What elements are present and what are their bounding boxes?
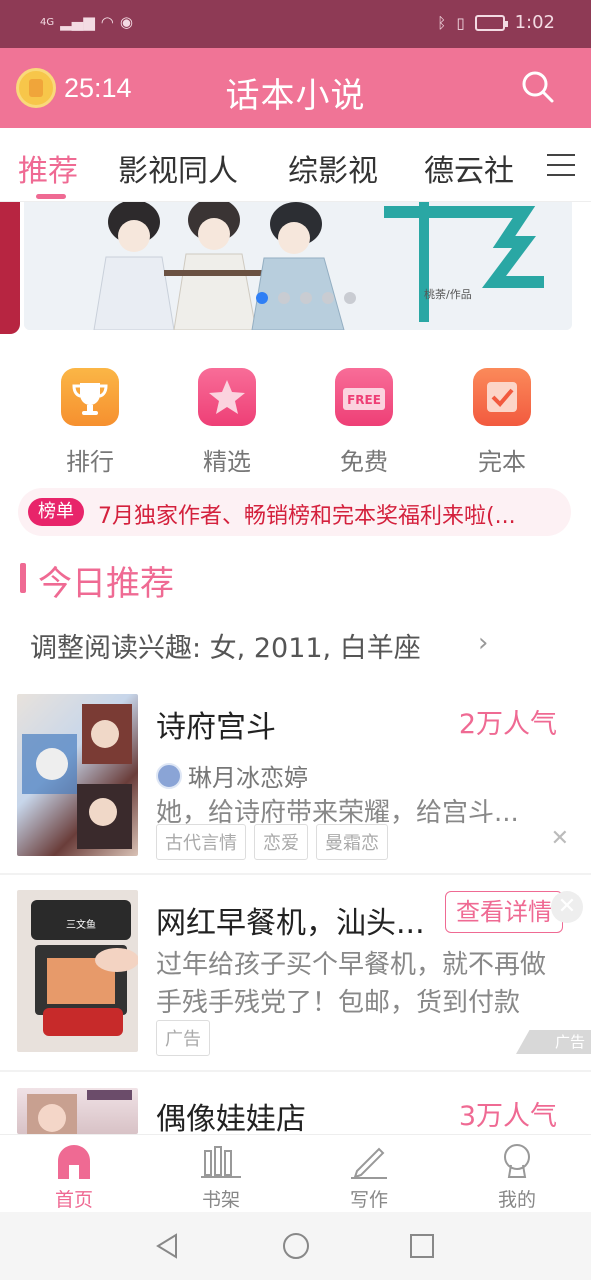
section-title: 今日推荐 xyxy=(38,564,174,604)
back-icon[interactable] xyxy=(154,1232,182,1260)
banner-illustration: 桃荼/作品 xyxy=(24,202,572,330)
vibrate-icon: ▯ xyxy=(456,13,465,32)
book-tag[interactable]: 曼霜恋 xyxy=(316,824,388,860)
signal-label: 4G xyxy=(40,16,55,28)
bookshelf-icon xyxy=(201,1143,241,1179)
nav-label: 我的 xyxy=(497,1189,536,1211)
quick-entry-label: 完本 xyxy=(478,448,526,476)
book-popularity: 2万人气 xyxy=(458,709,557,740)
search-icon[interactable] xyxy=(521,70,555,104)
carousel-dot[interactable] xyxy=(278,292,290,304)
carousel-dot[interactable] xyxy=(344,292,356,304)
free-icon: FREE xyxy=(335,368,393,426)
wifi-icon: ◠ xyxy=(100,13,114,31)
tab-active-indicator xyxy=(36,194,66,199)
ad-tag: 广告 xyxy=(156,1020,210,1056)
app-title: 话本小说 xyxy=(225,76,366,116)
ad-title[interactable]: 网红早餐机，汕头... xyxy=(156,898,425,942)
system-navigation-bar xyxy=(0,1212,591,1280)
ad-description-line: 过年给孩子买个早餐机，就不再做 xyxy=(156,950,547,980)
book-tag[interactable]: 古代言情 xyxy=(156,824,246,860)
battery-icon xyxy=(474,14,508,31)
quick-entry-ranking[interactable]: 排行 xyxy=(60,368,120,476)
nav-write[interactable]: 写作 xyxy=(329,1143,409,1212)
nav-home[interactable]: 首页 xyxy=(34,1143,114,1212)
notice-text: 7月独家作者、畅销榜和完本奖福利来啦(... xyxy=(98,504,516,529)
star-icon xyxy=(198,368,256,426)
quick-entry-completed[interactable]: 完本 xyxy=(472,368,532,476)
section-marker xyxy=(20,563,26,593)
book-title[interactable]: 诗府宫斗 xyxy=(156,702,276,746)
status-left: 4G ▂▄▆ ◠ ◉ xyxy=(40,13,133,31)
carousel-dot[interactable] xyxy=(322,292,334,304)
tab-recommend[interactable]: 推荐 xyxy=(18,146,78,190)
bottom-navigation: 首页 书架 写作 我的 xyxy=(0,1134,591,1212)
ad-tags: 广告 xyxy=(156,1020,210,1056)
ad-mark: 广告 xyxy=(516,1030,591,1054)
tab-deyunshe[interactable]: 德云社 xyxy=(424,146,514,190)
tab-film-fanfic[interactable]: 影视同人 xyxy=(118,146,238,190)
recents-icon[interactable] xyxy=(408,1232,436,1260)
divider xyxy=(0,1070,591,1072)
carousel-indicator xyxy=(256,292,356,304)
nav-label: 写作 xyxy=(349,1189,388,1211)
check-icon xyxy=(473,368,531,426)
menu-icon[interactable] xyxy=(547,154,575,178)
bluetooth-icon: ᛒ xyxy=(437,13,447,32)
pen-icon xyxy=(349,1143,389,1179)
nav-label: 首页 xyxy=(54,1189,93,1211)
avatar xyxy=(156,762,182,789)
free-badge-text: FREE xyxy=(347,393,381,407)
ranking-notice[interactable]: 榜单 7月独家作者、畅销榜和完本奖福利来啦(... xyxy=(18,488,571,536)
profile-icon xyxy=(497,1143,537,1179)
quick-entry-label: 精选 xyxy=(203,448,251,476)
quick-entry-featured[interactable]: 精选 xyxy=(197,368,257,476)
trophy-icon xyxy=(61,368,119,426)
status-right: ᛒ ▯ 1:02 xyxy=(437,12,555,33)
book-popularity: 3万人气 xyxy=(458,1101,557,1132)
nav-profile[interactable]: 我的 xyxy=(477,1143,557,1212)
reading-preference-link[interactable]: 调整阅读兴趣: 女, 2011, 白羊座 xyxy=(30,626,421,665)
ad-cover-text: 三文鱼 xyxy=(66,918,96,931)
book-cover[interactable] xyxy=(17,1088,138,1134)
book-title[interactable]: 偶像娃娃店 xyxy=(156,1094,306,1134)
nav-bookshelf[interactable]: 书架 xyxy=(181,1143,261,1212)
signal-icon: ▂▄▆ xyxy=(60,13,95,31)
status-time: 1:02 xyxy=(514,12,555,33)
app-header: 25:14 话本小说 xyxy=(0,48,591,128)
book-cover[interactable] xyxy=(17,694,138,856)
banner-prev-edge[interactable] xyxy=(0,202,20,334)
ad-description-line: 手残手残党了！包邮，货到付款 xyxy=(156,988,521,1018)
book-item[interactable]: 偶像娃娃店 3万人气 xyxy=(0,1088,591,1134)
carousel-dot[interactable] xyxy=(300,292,312,304)
quick-entry-free[interactable]: FREE 免费 xyxy=(334,368,394,476)
view-details-button[interactable]: 查看详情 xyxy=(445,891,563,933)
nav-label: 书架 xyxy=(201,1189,240,1211)
chevron-right-icon[interactable]: › xyxy=(478,628,488,658)
banner-caption: 桃荼/作品 xyxy=(424,287,472,301)
book-tags: 古代言情 恋爱 曼霜恋 xyxy=(156,824,388,860)
close-icon[interactable]: ✕ xyxy=(551,891,583,923)
book-tag[interactable]: 恋爱 xyxy=(254,824,308,860)
category-tabs: 推荐 影视同人 综影视 德云社 xyxy=(0,128,591,202)
book-author: 琳月冰恋婷 xyxy=(156,758,308,793)
quick-entry-label: 排行 xyxy=(66,448,114,476)
status-bar: 4G ▂▄▆ ◠ ◉ ᛒ ▯ 1:02 xyxy=(0,0,591,48)
tab-film-tv[interactable]: 综影视 xyxy=(288,146,378,190)
author-name: 琳月冰恋婷 xyxy=(188,764,308,792)
close-icon[interactable]: ✕ xyxy=(551,826,569,851)
divider xyxy=(0,873,591,875)
banner-carousel[interactable]: 桃荼/作品 xyxy=(24,202,572,330)
home-icon xyxy=(54,1143,94,1179)
notice-tag: 榜单 xyxy=(28,498,84,526)
eye-icon: ◉ xyxy=(119,13,133,31)
carousel-dot[interactable] xyxy=(256,292,268,304)
quick-entry-label: 免费 xyxy=(340,448,388,476)
ad-cover[interactable]: 三文鱼 xyxy=(17,890,138,1052)
home-circle-icon[interactable] xyxy=(282,1232,310,1260)
